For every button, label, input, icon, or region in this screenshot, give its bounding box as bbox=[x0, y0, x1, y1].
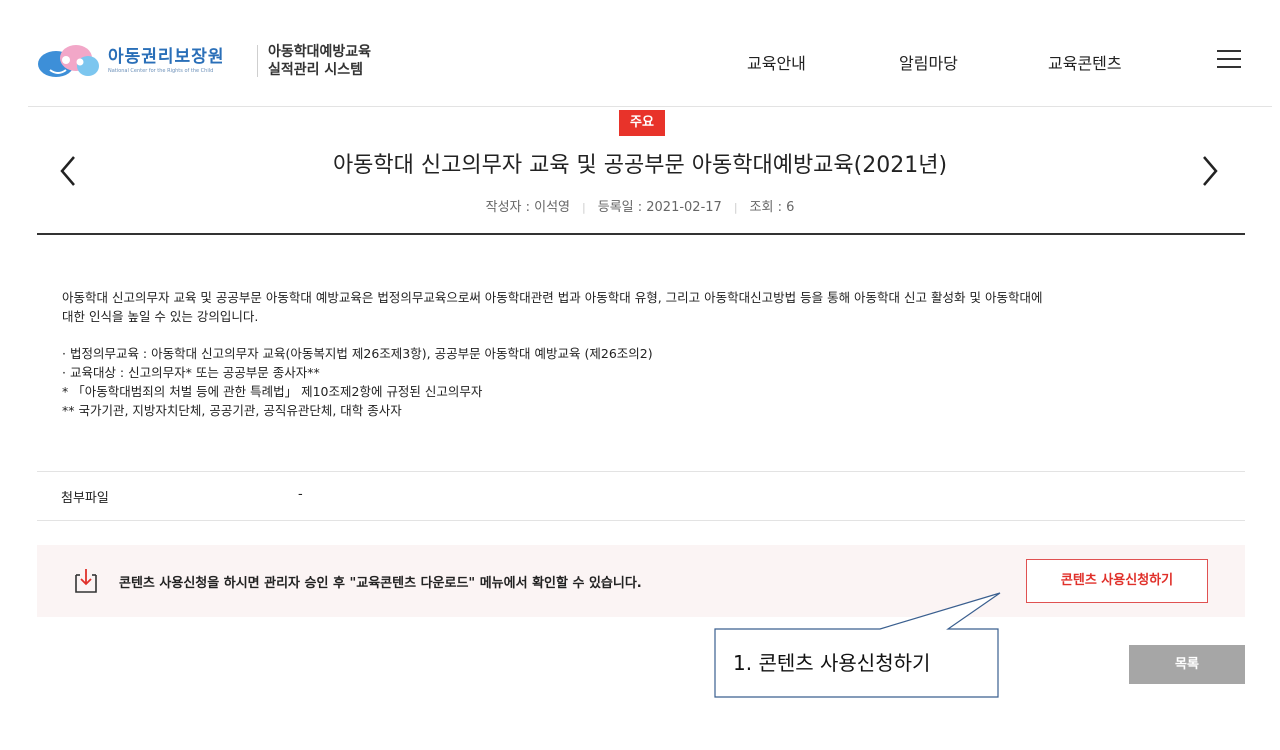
callout-annotation: 1. 콘텐츠 사용신청하기 bbox=[733, 651, 931, 675]
body-bullet: ** 국가기관, 지방자치단체, 공공기관, 공직유관단체, 대학 종사자 bbox=[62, 403, 402, 418]
notice-text: 콘텐츠 사용신청을 하시면 관리자 승인 후 "교육콘텐츠 다운로드" 메뉴에서… bbox=[119, 576, 642, 591]
attachment-label: 첨부파일 bbox=[61, 491, 109, 506]
content-apply-button[interactable]: 콘텐츠 사용신청하기 bbox=[1026, 559, 1208, 603]
body-line: 아동학대 신고의무자 교육 및 공공부문 아동학대 예방교육은 법정의무교육으로… bbox=[62, 290, 1043, 305]
download-icon bbox=[75, 569, 97, 593]
post-meta: 작성자 : 이석영 | 등록일 : 2021-02-17 | 조회 : 6 bbox=[485, 200, 795, 215]
content-request-notice: 콘텐츠 사용신청을 하시면 관리자 승인 후 "교육콘텐츠 다운로드" 메뉴에서… bbox=[37, 545, 1245, 617]
post-body: 아동학대 신고의무자 교육 및 공공부문 아동학대 예방교육은 법정의무교육으로… bbox=[62, 288, 1232, 420]
system-name: 아동학대예방교육 실적관리 시스템 bbox=[268, 43, 371, 79]
site-header: 아동권리보장원 National Center for the Rights o… bbox=[28, 0, 1272, 107]
logo-mark-icon bbox=[38, 45, 99, 77]
system-name-line2: 실적관리 시스템 bbox=[268, 62, 364, 78]
logo-name: 아동권리보장원 bbox=[108, 47, 225, 67]
site-logo[interactable]: 아동권리보장원 National Center for the Rights o… bbox=[36, 40, 224, 82]
title-divider bbox=[37, 233, 1245, 235]
attachment-row: 첨부파일 - bbox=[37, 471, 1245, 521]
body-bullet: * 「아동학대범죄의 처벌 등에 관한 특례법」 제10조제2항에 규정된 신고… bbox=[62, 384, 483, 399]
list-button[interactable]: 목록 bbox=[1129, 645, 1245, 684]
body-bullet: · 법정의무교육 : 아동학대 신고의무자 교육(아동복지법 제26조제3항),… bbox=[62, 346, 653, 361]
attachment-value: - bbox=[298, 487, 303, 502]
nav-education-content[interactable]: 교육콘텐츠 bbox=[1048, 50, 1122, 74]
logo-divider bbox=[257, 45, 258, 77]
hamburger-menu-icon[interactable] bbox=[1217, 50, 1241, 68]
nav-notice-board[interactable]: 알림마당 bbox=[899, 50, 958, 74]
post-date: 등록일 : 2021-02-17 bbox=[597, 200, 722, 215]
post-views: 조회 : 6 bbox=[749, 200, 795, 215]
logo-subtitle: National Center for the Rights of the Ch… bbox=[108, 68, 214, 74]
next-post-icon[interactable] bbox=[1200, 154, 1220, 188]
system-name-line1: 아동학대예방교육 bbox=[268, 44, 372, 60]
important-badge: 주요 bbox=[619, 110, 665, 136]
body-bullet: · 교육대상 : 신고의무자* 또는 공공부문 종사자** bbox=[62, 365, 320, 380]
nav-education-info[interactable]: 교육안내 bbox=[747, 50, 806, 74]
body-line: 대한 인식을 높일 수 있는 강의입니다. bbox=[62, 309, 259, 324]
post-author: 작성자 : 이석영 bbox=[485, 200, 571, 215]
post-title: 아동학대 신고의무자 교육 및 공공부문 아동학대예방교육(2021년) bbox=[332, 153, 948, 178]
